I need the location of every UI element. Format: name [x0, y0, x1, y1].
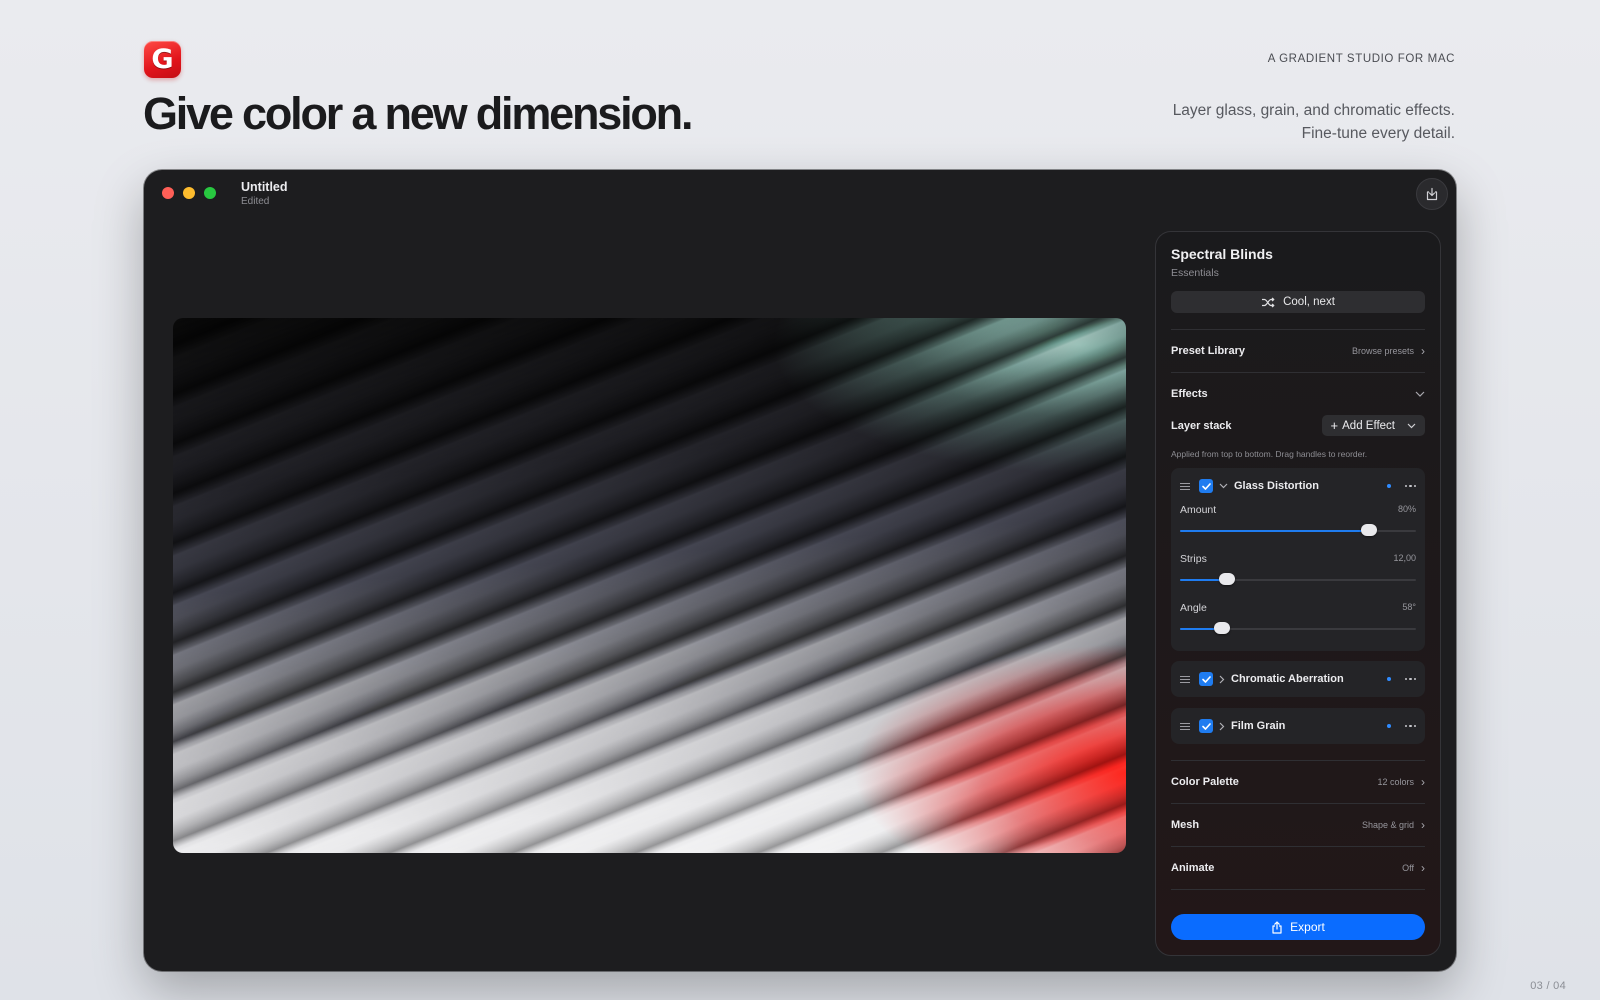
- effect-enabled-checkbox[interactable]: [1199, 479, 1213, 493]
- window-controls: [162, 187, 216, 199]
- export-button[interactable]: Export: [1171, 914, 1425, 940]
- chevron-down-icon: [1407, 423, 1416, 428]
- divider: [1171, 889, 1425, 890]
- effects-section-header[interactable]: Effects: [1171, 373, 1425, 415]
- param-angle: Angle 58°: [1180, 602, 1416, 651]
- effects-label: Effects: [1171, 388, 1208, 400]
- chevron-right-icon: ›: [1421, 861, 1425, 875]
- close-window-button[interactable]: [162, 187, 174, 199]
- app-logo: G: [144, 41, 181, 78]
- slider-thumb[interactable]: [1360, 524, 1377, 536]
- param-label: Amount: [1180, 504, 1217, 516]
- active-dot-icon: [1386, 677, 1391, 681]
- preset-library-label: Preset Library: [1171, 345, 1245, 357]
- mesh-label: Mesh: [1171, 819, 1200, 831]
- chevron-right-icon: ›: [1421, 775, 1425, 789]
- effect-card-glass-distortion: Glass Distortion Amount 80% Strips 12,00: [1171, 468, 1425, 651]
- hero-title: Give color a new dimension.: [143, 88, 693, 139]
- document-status: Edited: [241, 196, 270, 207]
- plus-icon: +: [1330, 418, 1339, 433]
- export-label: Export: [1290, 920, 1325, 934]
- app-window: Untitled Edited Spectral Blinds Essentia…: [144, 170, 1456, 971]
- export-icon: [1272, 920, 1282, 934]
- shuffle-icon: [1262, 297, 1275, 307]
- shuffle-preset-button[interactable]: Cool, next: [1171, 291, 1425, 313]
- page-counter: 03 / 04: [1530, 980, 1566, 992]
- effect-name: Film Grain: [1231, 720, 1286, 732]
- effect-name: Glass Distortion: [1234, 480, 1319, 492]
- chevron-right-icon: ›: [1421, 818, 1425, 832]
- preset-library-value: Browse presets: [1351, 346, 1414, 356]
- more-options-icon[interactable]: [1404, 677, 1416, 681]
- param-label: Strips: [1180, 553, 1207, 565]
- chevron-down-icon[interactable]: [1219, 483, 1228, 489]
- preset-name: Spectral Blinds: [1171, 246, 1273, 262]
- document-name: Untitled: [241, 180, 288, 194]
- chevron-down-icon: [1415, 391, 1425, 397]
- effect-card-film-grain: Film Grain: [1171, 708, 1425, 744]
- animate-row[interactable]: Animate Off ›: [1171, 847, 1425, 889]
- more-options-icon[interactable]: [1404, 724, 1416, 728]
- angle-slider[interactable]: [1180, 622, 1416, 636]
- layer-stack-label: Layer stack: [1171, 419, 1232, 432]
- add-effect-button[interactable]: + Add Effect: [1321, 415, 1425, 436]
- effect-header: Glass Distortion: [1180, 468, 1416, 504]
- color-palette-value: 12 colors: [1377, 777, 1414, 787]
- preset-category: Essentials: [1171, 267, 1219, 279]
- minimize-window-button[interactable]: [183, 187, 195, 199]
- drag-handle-icon[interactable]: [1180, 722, 1190, 730]
- checkmark-icon: [1201, 722, 1211, 730]
- effect-card-chromatic-aberration: Chromatic Aberration: [1171, 661, 1425, 697]
- checkmark-icon: [1201, 675, 1211, 683]
- param-amount: Amount 80%: [1180, 504, 1416, 553]
- more-options-icon[interactable]: [1404, 484, 1416, 488]
- param-label: Angle: [1180, 602, 1207, 614]
- gradient-canvas[interactable]: [173, 318, 1126, 853]
- drag-handle-icon[interactable]: [1180, 675, 1190, 683]
- layer-stack-hint: Applied from top to bottom. Drag handles…: [1171, 449, 1368, 459]
- slider-thumb[interactable]: [1219, 573, 1236, 585]
- color-palette-row[interactable]: Color Palette 12 colors ›: [1171, 761, 1425, 803]
- hero-subtitle: Layer glass, grain, and chromatic effect…: [1173, 99, 1455, 145]
- effect-enabled-checkbox[interactable]: [1199, 672, 1213, 686]
- share-button[interactable]: [1416, 178, 1448, 210]
- param-value: 58°: [1402, 602, 1416, 612]
- tagline: A GRADIENT STUDIO FOR MAC: [1267, 53, 1455, 65]
- active-dot-icon: [1386, 484, 1391, 488]
- chevron-right-icon: ›: [1421, 344, 1425, 358]
- mesh-value: Shape & grid: [1361, 820, 1414, 830]
- blinds-overlay: [173, 318, 1126, 853]
- chevron-right-icon[interactable]: [1219, 722, 1225, 731]
- effect-header: Chromatic Aberration: [1180, 661, 1416, 697]
- checkmark-icon: [1201, 482, 1211, 490]
- document-title: Untitled Edited: [241, 180, 288, 207]
- param-value: 12,00: [1393, 553, 1416, 563]
- share-tray-icon: [1426, 187, 1438, 201]
- param-strips: Strips 12,00: [1180, 553, 1416, 602]
- effect-header: Film Grain: [1180, 708, 1416, 744]
- preset-library-row[interactable]: Preset Library Browse presets ›: [1171, 330, 1425, 372]
- effect-name: Chromatic Aberration: [1231, 673, 1344, 685]
- animate-value: Off: [1402, 863, 1414, 873]
- strips-slider[interactable]: [1180, 573, 1416, 587]
- amount-slider[interactable]: [1180, 524, 1416, 538]
- slider-thumb[interactable]: [1214, 622, 1231, 634]
- logo-letter: G: [151, 44, 174, 75]
- inspector-panel: Spectral Blinds Essentials Cool, next Pr…: [1155, 231, 1441, 956]
- shuffle-label: Cool, next: [1283, 296, 1335, 308]
- mesh-row[interactable]: Mesh Shape & grid ›: [1171, 804, 1425, 846]
- param-value: 80%: [1397, 504, 1416, 514]
- effect-enabled-checkbox[interactable]: [1199, 719, 1213, 733]
- add-effect-label: Add Effect: [1342, 419, 1395, 432]
- layer-stack-header: Layer stack + Add Effect: [1171, 415, 1425, 436]
- chevron-right-icon[interactable]: [1219, 675, 1225, 684]
- animate-label: Animate: [1171, 862, 1215, 874]
- hero-subtitle-line: Fine-tune every detail.: [1301, 125, 1455, 142]
- zoom-window-button[interactable]: [204, 187, 216, 199]
- drag-handle-icon[interactable]: [1180, 482, 1190, 490]
- active-dot-icon: [1386, 724, 1391, 728]
- color-palette-label: Color Palette: [1171, 776, 1239, 788]
- hero-subtitle-line: Layer glass, grain, and chromatic effect…: [1172, 102, 1455, 119]
